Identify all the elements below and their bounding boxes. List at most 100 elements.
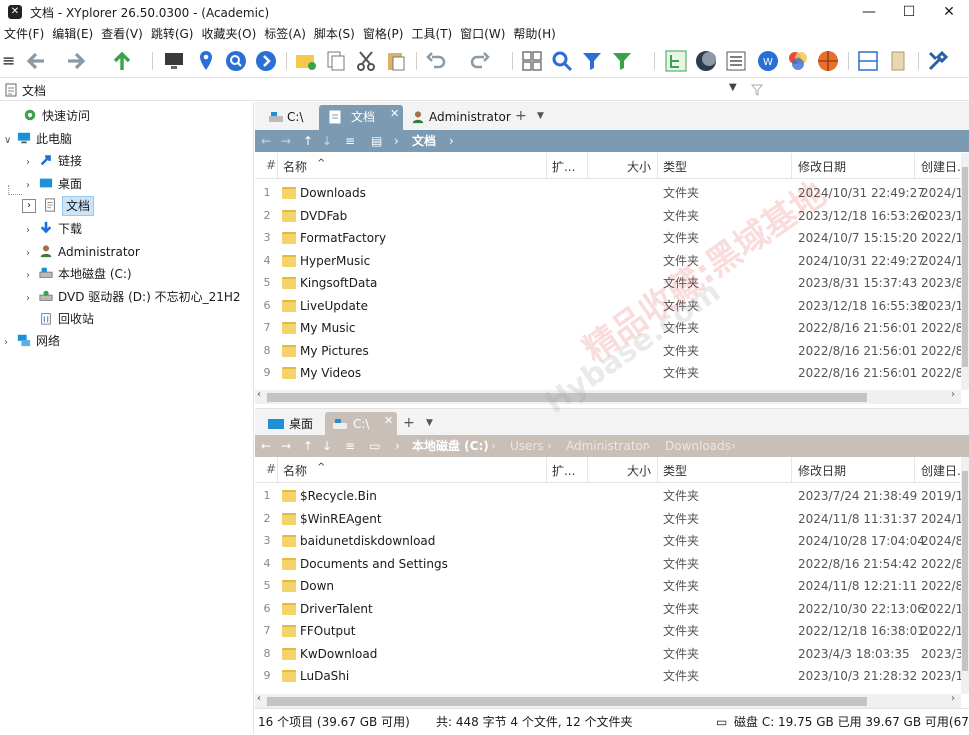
search-icon[interactable]	[224, 49, 248, 73]
new-tab-icon[interactable]: +	[515, 108, 527, 124]
menu-tags[interactable]: 标签(A)	[260, 24, 310, 44]
grid-view-icon[interactable]	[520, 49, 544, 73]
table-row[interactable]: 7 My Music 文件夹 2022/8/16 21:56:01 2022/8	[255, 317, 962, 340]
tree-item-administrator[interactable]: › Administrator	[26, 241, 140, 263]
address-input[interactable]: 文档	[22, 82, 46, 99]
forward-arrow-icon[interactable]: →	[281, 130, 291, 152]
chevron-down-icon[interactable]: ∨	[4, 130, 16, 152]
table-row[interactable]: 1 Downloads 文件夹 2024/10/31 22:49:272024/10	[255, 182, 962, 205]
tree-item-local-disk-c[interactable]: › 本地磁盘 (C:)	[26, 263, 132, 285]
column-index[interactable]: #	[266, 462, 276, 476]
filter-icon[interactable]	[751, 84, 763, 96]
tab-administrator[interactable]: Administrator	[407, 105, 511, 130]
computer-icon[interactable]	[162, 49, 186, 73]
table-row[interactable]: 2 $WinREAgent 文件夹 2024/11/8 11:31:372024/11	[255, 508, 962, 531]
redo-icon[interactable]	[468, 49, 492, 73]
table-row[interactable]: 6 DriverTalent 文件夹 2022/10/30 22:13:06 2022/…	[255, 598, 962, 621]
vertical-scrollbar[interactable]	[961, 153, 969, 390]
breadcrumb-item-administrator[interactable]: Administrator	[566, 435, 648, 457]
list-menu-icon[interactable]: ≡	[345, 130, 355, 152]
up-arrow-icon[interactable]	[110, 49, 134, 73]
horizontal-scrollbar[interactable]: ‹ ›	[255, 693, 961, 708]
table-row[interactable]: 9 LuDaShi 文件夹 2023/10/3 21:28:322023/10	[255, 665, 962, 688]
dual-pane-icon[interactable]	[856, 49, 880, 73]
back-arrow-icon[interactable]: ←	[261, 130, 271, 152]
tree-item-dvd-drive[interactable]: › DVD 驱动器 (D:) 不忘初心_21H2	[26, 286, 241, 308]
table-row[interactable]: 8 KwDownload 文件夹 2023/4/3 18:03:35 2023/3	[255, 643, 962, 666]
table-row[interactable]: 8 My Pictures 文件夹 2022/8/16 21:56:01 2022/8	[255, 340, 962, 363]
tree-toggle-icon[interactable]	[664, 49, 688, 73]
chevron-right-icon[interactable]: ›	[26, 265, 38, 287]
hamburger-menu-icon[interactable]: ≡	[2, 49, 26, 73]
cut-icon[interactable]	[354, 49, 378, 73]
tree-item-documents[interactable]: › 文档	[22, 195, 95, 217]
find-files-icon[interactable]	[550, 49, 574, 73]
chevron-down-icon[interactable]: ▼	[537, 111, 544, 121]
tree-item-this-pc[interactable]: ∨ 此电脑	[4, 128, 72, 150]
configuration-icon[interactable]	[926, 49, 950, 73]
forward-arrow-icon[interactable]: →	[281, 435, 291, 457]
close-icon[interactable]: ✕	[390, 102, 399, 126]
chevron-right-icon[interactable]: ›	[26, 243, 38, 265]
column-index[interactable]: #	[266, 158, 276, 172]
table-row[interactable]: 7 FFOutput 文件夹 2022/12/18 16:38:012022/12	[255, 620, 962, 643]
down-arrow-icon[interactable]: ↓	[322, 435, 332, 457]
breadcrumb-item-local-disk[interactable]: 本地磁盘 (C:)	[412, 435, 489, 457]
badge-icon[interactable]: W	[756, 49, 780, 73]
chevron-right-icon[interactable]: ›	[26, 288, 38, 310]
address-bar[interactable]: 文档 ▼	[0, 79, 969, 101]
maximize-icon[interactable]: ☐	[889, 0, 929, 24]
back-arrow-icon[interactable]	[24, 49, 48, 73]
tree-item-desktop[interactable]: › 桌面	[26, 173, 82, 195]
menu-tools[interactable]: 工具(T)	[407, 24, 456, 44]
close-icon[interactable]: ✕	[384, 409, 393, 433]
column-type[interactable]: 类型	[663, 158, 687, 175]
tab-desktop[interactable]: 桌面	[263, 412, 323, 437]
table-row[interactable]: 2 DVDFab 文件夹 2023/12/18 16:53:262023/12	[255, 205, 962, 228]
chevron-right-icon[interactable]: ›	[26, 220, 38, 242]
paste-icon[interactable]	[384, 49, 408, 73]
new-tab-icon[interactable]: +	[403, 415, 415, 431]
menu-window[interactable]: 窗口(W)	[456, 24, 509, 44]
table-row[interactable]: 5 Down 文件夹 2024/11/8 12:21:11 2022/8	[255, 575, 962, 598]
chevron-right-icon[interactable]: ›	[4, 332, 16, 354]
column-size[interactable]: 大小	[627, 158, 651, 175]
color-filter-icon[interactable]	[786, 49, 810, 73]
vertical-scrollbar[interactable]	[961, 457, 969, 694]
tree-item-recycle-bin[interactable]: 回收站	[38, 308, 94, 330]
filter-icon[interactable]	[580, 49, 604, 73]
undo-icon[interactable]	[424, 49, 448, 73]
tree-item-downloads[interactable]: › 下载	[26, 218, 82, 240]
close-icon[interactable]: ✕	[929, 0, 969, 24]
table-row[interactable]: 6 LiveUpdate 文件夹 2023/12/18 16:55:382023/12	[255, 295, 962, 318]
column-name[interactable]: 名称	[283, 158, 307, 175]
breadcrumb-item-downloads[interactable]: Downloads	[665, 435, 731, 457]
table-row[interactable]: 1 $Recycle.Bin 文件夹 2023/7/24 21:38:49 2019/1…	[255, 485, 962, 508]
menu-scripting[interactable]: 脚本(S)	[310, 24, 359, 44]
menu-help[interactable]: 帮助(H)	[509, 24, 559, 44]
column-extension[interactable]: 扩...	[552, 158, 575, 175]
up-arrow-icon[interactable]: ↑	[303, 130, 313, 152]
forward-arrow-icon[interactable]	[64, 49, 88, 73]
table-row[interactable]: 9 My Videos 文件夹 2022/8/16 21:56:01 2022/8	[255, 362, 962, 385]
column-modified[interactable]: 修改日期	[798, 158, 846, 175]
tab-c-drive[interactable]: C:\ ✕	[325, 412, 397, 437]
minimize-icon[interactable]: —	[849, 0, 889, 24]
menu-file[interactable]: 文件(F)	[0, 24, 48, 44]
table-row[interactable]: 4 Documents and Settings 文件夹 2022/8/16 21:5…	[255, 553, 962, 576]
table-row[interactable]: 5 KingsoftData 文件夹 2023/8/31 15:37:43 2023/8	[255, 272, 962, 295]
preview-pane-icon[interactable]	[886, 49, 910, 73]
go-to-icon[interactable]	[254, 49, 278, 73]
column-type[interactable]: 类型	[663, 462, 687, 479]
table-row[interactable]: 3 FormatFactory 文件夹 2024/10/7 15:15:20 2022/…	[255, 227, 962, 250]
back-arrow-icon[interactable]: ←	[261, 435, 271, 457]
tab-documents[interactable]: 文档 ✕	[319, 105, 403, 130]
table-row[interactable]: 4 HyperMusic 文件夹 2024/10/31 22:49:272024/10	[255, 250, 962, 273]
chevron-down-icon[interactable]: ▼	[426, 418, 433, 428]
column-extension[interactable]: 扩...	[552, 462, 575, 479]
menu-panes[interactable]: 窗格(P)	[359, 24, 408, 44]
visual-filter-icon[interactable]	[610, 49, 634, 73]
down-arrow-icon[interactable]: ↓	[322, 130, 332, 152]
menu-view[interactable]: 查看(V)	[97, 24, 147, 44]
column-modified[interactable]: 修改日期	[798, 462, 846, 479]
